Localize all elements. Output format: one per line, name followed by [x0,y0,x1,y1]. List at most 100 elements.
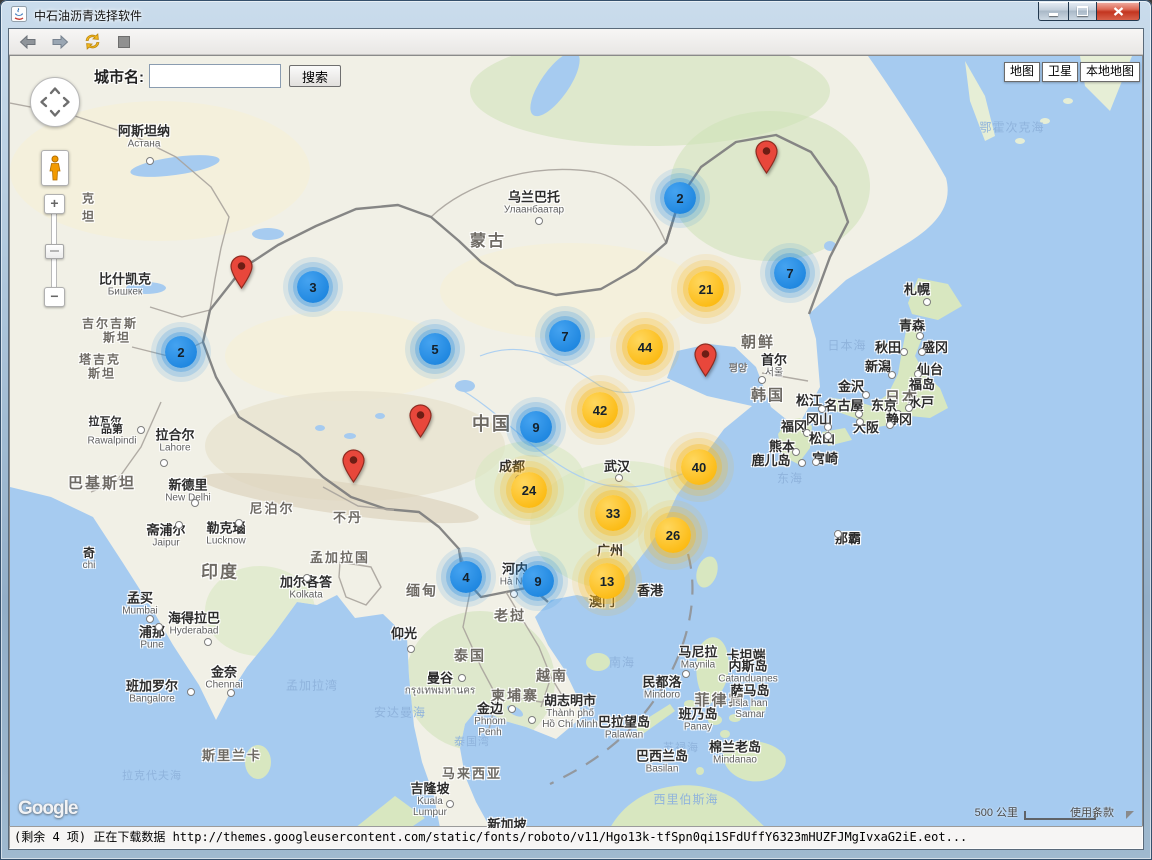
map-label: 巴拉望岛Palawan [598,715,650,740]
city-dot [160,459,168,467]
map-label: 金沢 [838,380,864,394]
app-window: 中石油沥青选择软件 [0,0,1152,860]
forward-button[interactable] [49,32,71,52]
city-dot [303,574,311,582]
map-label: 比什凯克Бишкек [99,272,151,297]
map-type-local-button[interactable]: 本地地图 [1080,62,1140,82]
cluster-marker[interactable]: 3 [297,271,329,303]
search-button[interactable]: 搜索 [289,65,341,87]
cluster-marker[interactable]: 40 [681,449,717,485]
map-label: 萨马岛Isla hanSamar [730,684,769,720]
city-dot [918,348,926,356]
stop-button[interactable] [113,32,135,52]
pin-marker[interactable] [409,404,432,443]
pin-marker[interactable] [230,255,253,294]
cluster-marker[interactable]: 42 [582,392,618,428]
pan-arrows-icon [31,78,79,126]
back-button[interactable] [17,32,39,52]
city-name-input[interactable] [149,64,281,88]
cluster-marker[interactable]: 9 [520,411,552,443]
cluster-marker[interactable]: 2 [165,336,197,368]
city-dot [834,530,842,538]
map-label: 金边PhnomPenh [474,702,506,738]
map-label: 马来西亚 [442,767,502,781]
cluster-marker[interactable]: 2 [664,182,696,214]
map-label: 缅甸 [406,583,438,598]
minimize-button[interactable] [1038,2,1068,21]
map-label: 평양 [729,364,747,375]
map-label: 斯坦 [88,367,116,380]
map-label: 塔吉克 [79,353,121,366]
map-label: 吉尔吉斯 [82,317,138,330]
city-dot [510,590,518,598]
cluster-marker[interactable]: 7 [774,257,806,289]
map-type-switcher: 地图 卫星 本地地图 [1004,62,1140,82]
title-bar[interactable]: 中石油沥青选择软件 [0,0,1152,28]
map-label: 班加罗尔Bangalore [126,679,178,704]
map-label: 内斯岛Catanduanes [718,659,778,684]
map-label: 巴基斯坦 [68,476,136,493]
stop-icon [118,36,130,48]
map-label: 青森 [899,319,925,333]
map-label: 斯坦 [103,331,131,344]
google-logo[interactable]: Google [18,798,77,820]
cluster-marker[interactable]: 33 [595,495,631,531]
city-dot [458,674,466,682]
map-label: 东海 [777,472,803,485]
city-name-label: 城市名: [94,66,144,87]
window-title: 中石油沥青选择软件 [34,7,142,24]
map-label: 品第Rawalpindi [88,423,137,446]
cluster-marker[interactable]: 9 [522,565,554,597]
city-dot [407,645,415,653]
map-label: 南海 [609,656,635,669]
map-canvas[interactable]: 克坦阿斯坦纳Астана鄂霍次克海乌兰巴托Улаанбаатар蒙古比什凯克Би… [9,55,1143,829]
cluster-marker[interactable]: 21 [688,271,724,307]
refresh-icon [84,33,101,50]
pan-control[interactable] [30,77,80,127]
search-bar: 城市名: 搜索 [94,64,341,88]
maximize-button[interactable] [1068,2,1097,21]
city-dot [792,448,800,456]
pegman-streetview-button[interactable] [41,150,69,186]
map-label: 胡志明市Thành phốHồ Chí Minh [542,694,598,730]
cluster-marker[interactable]: 24 [511,472,547,508]
map-label: 秋田 [875,341,901,355]
cluster-marker[interactable]: 5 [419,333,451,365]
map-label: 西里伯斯海 [653,793,718,806]
map-label: 仰光 [391,627,417,641]
map-label: 韩国 [751,388,785,405]
pin-marker[interactable] [755,140,778,179]
zoom-slider-handle[interactable] [45,244,64,259]
city-dot [856,418,864,426]
maximize-icon [1077,6,1088,16]
zoom-in-button[interactable]: + [44,194,65,214]
pin-marker[interactable] [694,343,717,382]
city-dot [916,332,924,340]
city-dot [175,521,183,529]
pin-marker[interactable] [342,449,365,488]
close-icon [1113,7,1124,16]
map-label: 广州 [597,544,623,558]
city-dot [798,459,806,467]
cluster-marker[interactable]: 26 [655,517,691,553]
terms-link[interactable]: 使用条款 [1070,804,1114,820]
cluster-marker[interactable]: 44 [627,329,663,365]
map-label: 中国 [472,415,512,435]
minimize-icon [1049,13,1058,16]
forward-arrow-icon [51,35,69,49]
refresh-button[interactable] [81,32,103,52]
cluster-marker[interactable]: 4 [450,561,482,593]
zoom-out-button[interactable]: − [44,287,65,307]
map-type-map-button[interactable]: 地图 [1004,62,1040,82]
map-label: 坦 [82,210,96,223]
map-label: 首尔서울 [761,353,787,378]
map-label: 蒙古 [470,233,506,251]
map-type-satellite-button[interactable]: 卫星 [1042,62,1078,82]
map-label: 札幌 [904,283,930,297]
map-label: 朝鲜 [741,335,775,352]
map-label: 不丹 [333,511,363,525]
close-button[interactable] [1097,2,1140,21]
city-dot [824,423,832,431]
cluster-marker[interactable]: 13 [589,563,625,599]
cluster-marker[interactable]: 7 [549,320,581,352]
